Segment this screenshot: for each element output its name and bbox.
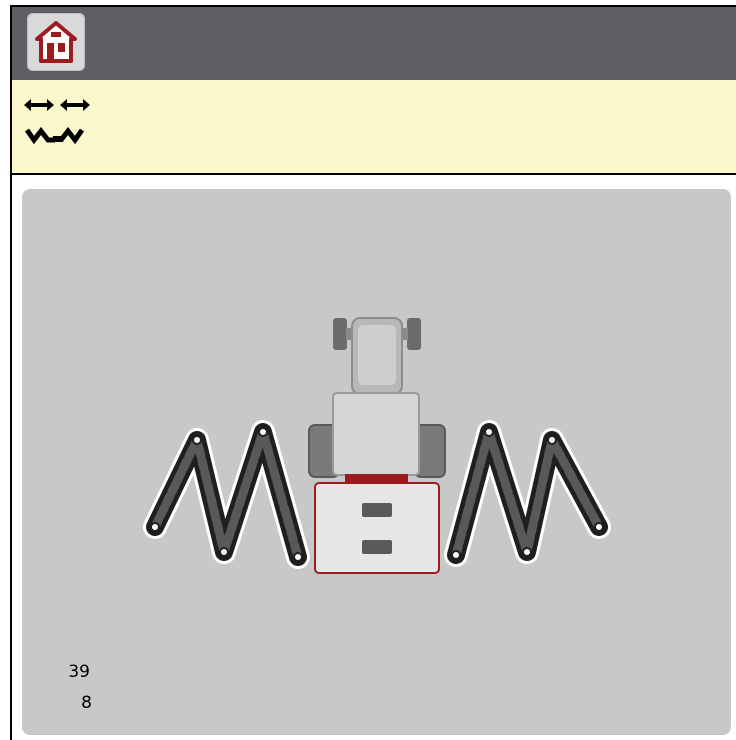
left-boom bbox=[143, 420, 310, 569]
tractor-boom-illustration bbox=[143, 317, 611, 574]
tractor-cab bbox=[332, 392, 420, 476]
implement-marker-bottom bbox=[362, 540, 392, 554]
implement-body bbox=[314, 482, 440, 574]
counter-top: 39 bbox=[68, 662, 90, 682]
implement-marker-top bbox=[362, 503, 392, 517]
right-boom bbox=[444, 420, 611, 567]
counter-bottom: 8 bbox=[81, 693, 92, 713]
